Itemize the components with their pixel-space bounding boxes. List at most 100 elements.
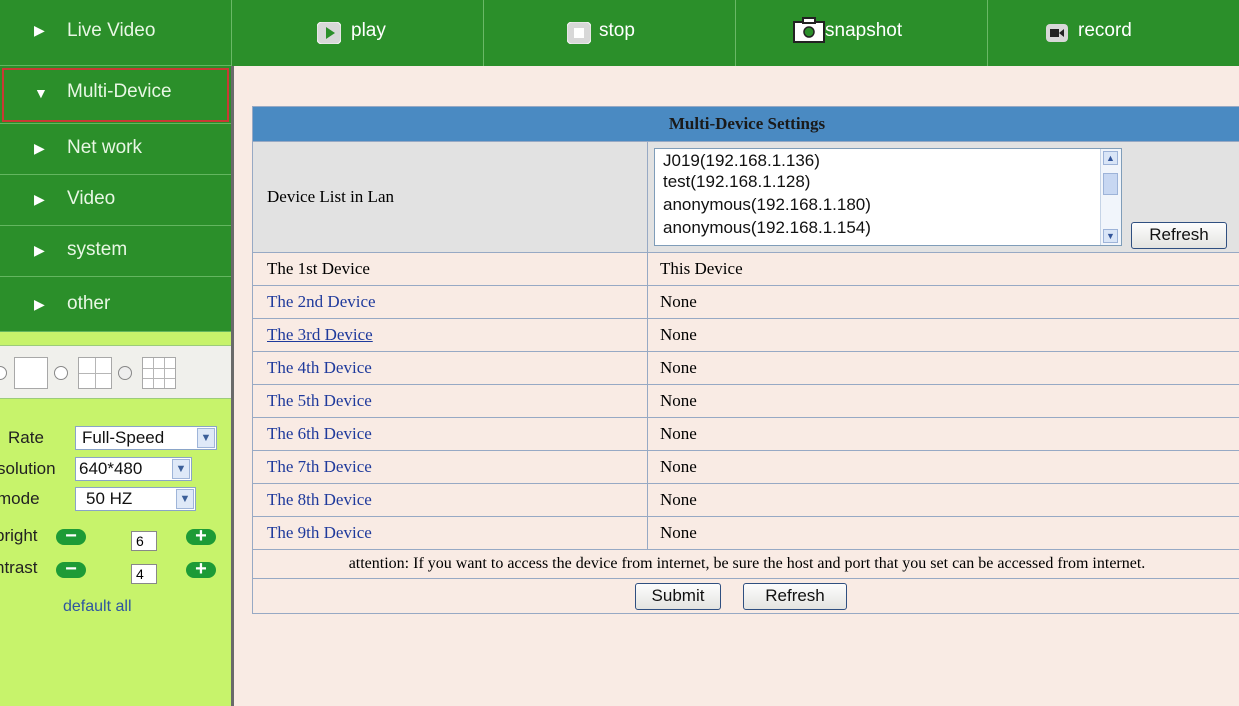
device-value: None (647, 384, 1239, 418)
layout-radio-single[interactable] (0, 366, 7, 380)
device-link[interactable]: The 6th Device (252, 417, 648, 451)
device-value: This Device (647, 252, 1239, 286)
device-list: J019(192.168.1.136) test(192.168.1.128) … (648, 144, 1227, 250)
table-row: The 7th Device None (252, 450, 1239, 484)
device-link[interactable]: The 9th Device (252, 516, 648, 550)
device-value: None (647, 417, 1239, 451)
device-value: None (647, 516, 1239, 550)
list-item[interactable]: anonymous(192.168.1.180) (663, 195, 871, 215)
rate-value: Full-Speed (82, 428, 165, 447)
bright-value: 6 (131, 531, 157, 551)
table-row: The 8th Device None (252, 483, 1239, 517)
lan-label: Device List in Lan (252, 141, 648, 253)
device-value: None (647, 483, 1239, 517)
attention-note: attention: If you want to access the dev… (252, 549, 1239, 579)
nav-item-label: other (67, 293, 111, 314)
multi-device-settings-table: Multi-Device Settings Device List in Lan… (252, 106, 1239, 614)
device-link[interactable]: The 7th Device (252, 450, 648, 484)
device-value: None (647, 351, 1239, 385)
list-item[interactable]: test(192.168.1.128) (663, 172, 810, 192)
resolution-value: 640*480 (79, 459, 143, 478)
resolution-select[interactable]: 640*480 ▼ (75, 457, 192, 481)
contrast-decrease-button[interactable]: − (56, 559, 86, 579)
mode-value: 50 HZ (86, 489, 133, 508)
single-view-icon (14, 357, 48, 389)
main-content: Multi-Device Settings Device List in Lan… (231, 66, 1239, 706)
contrast-value: 4 (131, 564, 157, 584)
refresh-button[interactable]: Refresh (743, 583, 847, 610)
lan-device-listbox[interactable]: J019(192.168.1.136) test(192.168.1.128) … (654, 148, 1122, 246)
layout-radio-quad[interactable] (54, 366, 68, 380)
list-item[interactable]: anonymous(192.168.1.154) (663, 218, 871, 238)
video-camera-icon (1046, 24, 1068, 42)
resolution-label: solution (0, 459, 56, 478)
camera-icon (793, 17, 825, 43)
mode-select[interactable]: 50 HZ ▼ (75, 487, 196, 511)
scroll-down-icon[interactable]: ▼ (1103, 229, 1118, 243)
nav-item-other[interactable]: ▶ other (0, 277, 231, 332)
contrast-increase-button[interactable]: + (186, 559, 216, 579)
contrast-label: ntrast (0, 558, 38, 577)
table-row: The 6th Device None (252, 417, 1239, 451)
form-actions: Submit Refresh (252, 578, 1239, 614)
mode-label: mode (0, 489, 40, 508)
list-item[interactable]: J019(192.168.1.136) (663, 151, 820, 171)
snapshot-label: snapshot (825, 20, 903, 41)
device-link[interactable]: The 8th Device (252, 483, 648, 517)
nav-item-live-video[interactable]: ▶ Live Video (0, 0, 231, 66)
stop-label: stop (599, 20, 635, 41)
nav-item-system[interactable]: ▶ system (0, 226, 231, 277)
scroll-up-icon[interactable]: ▲ (1103, 151, 1118, 165)
table-row: The 9th Device None (252, 516, 1239, 550)
nine-view-icon (142, 357, 176, 389)
layout-selector (0, 345, 231, 399)
table-row: The 3rd Device None (252, 318, 1239, 352)
triangle-down-icon: ▼ (34, 85, 48, 101)
device-value: None (647, 318, 1239, 352)
nav-item-label: Video (67, 188, 116, 209)
chevron-down-icon: ▼ (197, 428, 215, 448)
lan-cell: J019(192.168.1.136) test(192.168.1.128) … (647, 141, 1239, 253)
triangle-right-icon: ▶ (34, 242, 45, 258)
submit-button[interactable]: Submit (635, 583, 721, 610)
default-all-link[interactable]: default all (63, 598, 132, 616)
play-label: play (351, 20, 386, 41)
device-link[interactable]: The 5th Device (252, 384, 648, 418)
device-link[interactable]: The 3rd Device (252, 318, 648, 352)
rate-select[interactable]: Full-Speed ▼ (75, 426, 217, 450)
table-row: The 4th Device None (252, 351, 1239, 385)
device-link[interactable]: The 4th Device (252, 351, 648, 385)
device-name: The 1st Device (252, 252, 648, 286)
snapshot-button[interactable]: snapshot (735, 0, 987, 66)
triangle-right-icon: ▶ (34, 22, 45, 38)
rate-label: Rate (8, 428, 44, 447)
device-value: None (647, 285, 1239, 319)
layout-radio-nine[interactable] (118, 366, 132, 380)
bright-label: bright (0, 526, 38, 545)
device-link[interactable]: The 2nd Device (252, 285, 648, 319)
listbox-scrollbar[interactable]: ▲ ▼ (1100, 149, 1121, 245)
stop-icon (567, 22, 591, 44)
table-title: Multi-Device Settings (252, 106, 1239, 142)
chevron-down-icon: ▼ (176, 489, 194, 509)
nav-item-multi-device[interactable]: ▼ Multi-Device (0, 66, 231, 124)
refresh-list-button[interactable]: Refresh (1131, 222, 1227, 249)
nav-item-label: Multi-Device (67, 81, 172, 102)
play-button[interactable]: play (231, 0, 483, 66)
table-row: The 2nd Device None (252, 285, 1239, 319)
scroll-thumb[interactable] (1103, 173, 1118, 195)
play-icon (317, 22, 341, 44)
triangle-right-icon: ▶ (34, 140, 45, 156)
nav-item-label: Live Video (67, 20, 156, 41)
nav-item-network[interactable]: ▶ Net work (0, 124, 231, 175)
nav-item-video[interactable]: ▶ Video (0, 175, 231, 226)
record-button[interactable]: record (987, 0, 1239, 66)
triangle-right-icon: ▶ (34, 191, 45, 207)
nav-item-label: system (67, 239, 128, 260)
bright-increase-button[interactable]: + (186, 526, 216, 546)
nav-item-label: Net work (67, 137, 142, 158)
chevron-down-icon: ▼ (172, 459, 190, 479)
bright-decrease-button[interactable]: − (56, 526, 86, 546)
stop-button[interactable]: stop (483, 0, 735, 66)
toolbar: play stop snapshot record (231, 0, 1239, 66)
